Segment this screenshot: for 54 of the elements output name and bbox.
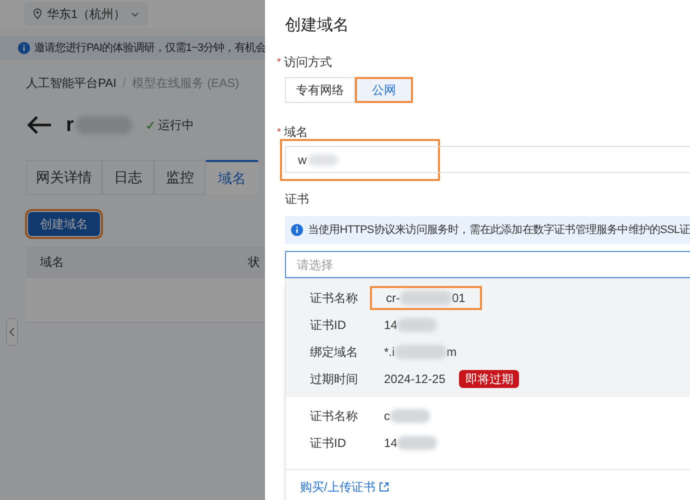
redaction-blur	[400, 290, 452, 304]
certificate-select[interactable]: 请选择	[285, 251, 690, 278]
field-value: 14	[384, 316, 398, 334]
expiry-badge: 即将过期	[459, 370, 520, 388]
field-value: 14	[384, 434, 398, 452]
buy-upload-link[interactable]: 购买/上传证书	[300, 478, 390, 496]
service-name: r	[66, 113, 74, 138]
field-value: c	[384, 408, 390, 424]
redaction-blur	[394, 344, 447, 358]
external-link-icon	[379, 482, 390, 492]
field-name: 证书名称	[309, 408, 359, 424]
field-value: cr-	[386, 290, 400, 306]
field-name: 证书名称	[309, 290, 359, 306]
region-selector[interactable]: 华东1（杭州）	[24, 2, 148, 26]
field-name: 过期时间	[309, 370, 359, 388]
segment-option[interactable]: 专有网络	[285, 77, 355, 103]
field-label: 证书	[285, 191, 309, 208]
info-text: 当使用HTTPS协议来访问服务时，需在此添加在数字证书管理服务中维护的SSL证	[308, 222, 690, 238]
required-mark: *	[277, 126, 281, 140]
tab[interactable]: 域名	[206, 160, 258, 195]
column-header: 状	[248, 254, 260, 271]
required-mark: *	[277, 56, 281, 70]
field-value: 2024-12-25	[384, 370, 446, 388]
redaction-blur	[397, 436, 438, 450]
domain-input[interactable]: w	[285, 146, 690, 173]
breadcrumb-separator: /	[122, 75, 126, 92]
info-icon	[291, 224, 303, 236]
check-icon	[146, 121, 154, 129]
info-icon	[18, 42, 30, 54]
notice-text: 邀请您进行PAI的体验调研，仅需1~3分钟，有机会	[34, 40, 266, 56]
status-text: 运行中	[158, 117, 194, 134]
field-value: *.i	[384, 344, 395, 360]
tab[interactable]: 日志	[102, 160, 154, 195]
chevron-left-icon	[9, 327, 15, 337]
tab[interactable]: 监控	[154, 160, 206, 195]
column-header: 域名	[39, 254, 65, 271]
field-label: 域名	[284, 124, 308, 141]
certificate-option[interactable]: 证书名称 cr- 01 证书ID 14 绑定域名 *.i m 过期时间 2024-12-25 即将过期	[286, 279, 690, 397]
back-arrow-icon[interactable]	[26, 115, 52, 135]
field-label: 访问方式	[284, 54, 332, 71]
tab[interactable]: 网关详情	[26, 160, 102, 195]
create-domain-button[interactable]: 创建域名	[28, 212, 100, 236]
field-name: 证书ID	[309, 434, 347, 452]
field-value: 01	[452, 290, 466, 306]
redaction-blur	[397, 318, 438, 332]
field-value: m	[446, 344, 457, 360]
location-pin-icon	[32, 8, 43, 20]
segment-option[interactable]: 公网	[355, 77, 413, 103]
breadcrumb-link[interactable]: 人工智能平台PAI	[26, 74, 116, 92]
field-name: 绑定域名	[309, 344, 359, 360]
redaction-blur	[390, 408, 430, 422]
collapse-handle[interactable]	[6, 318, 18, 346]
field-name: 证书ID	[309, 316, 347, 334]
drawer-title: 创建域名	[285, 16, 350, 36]
